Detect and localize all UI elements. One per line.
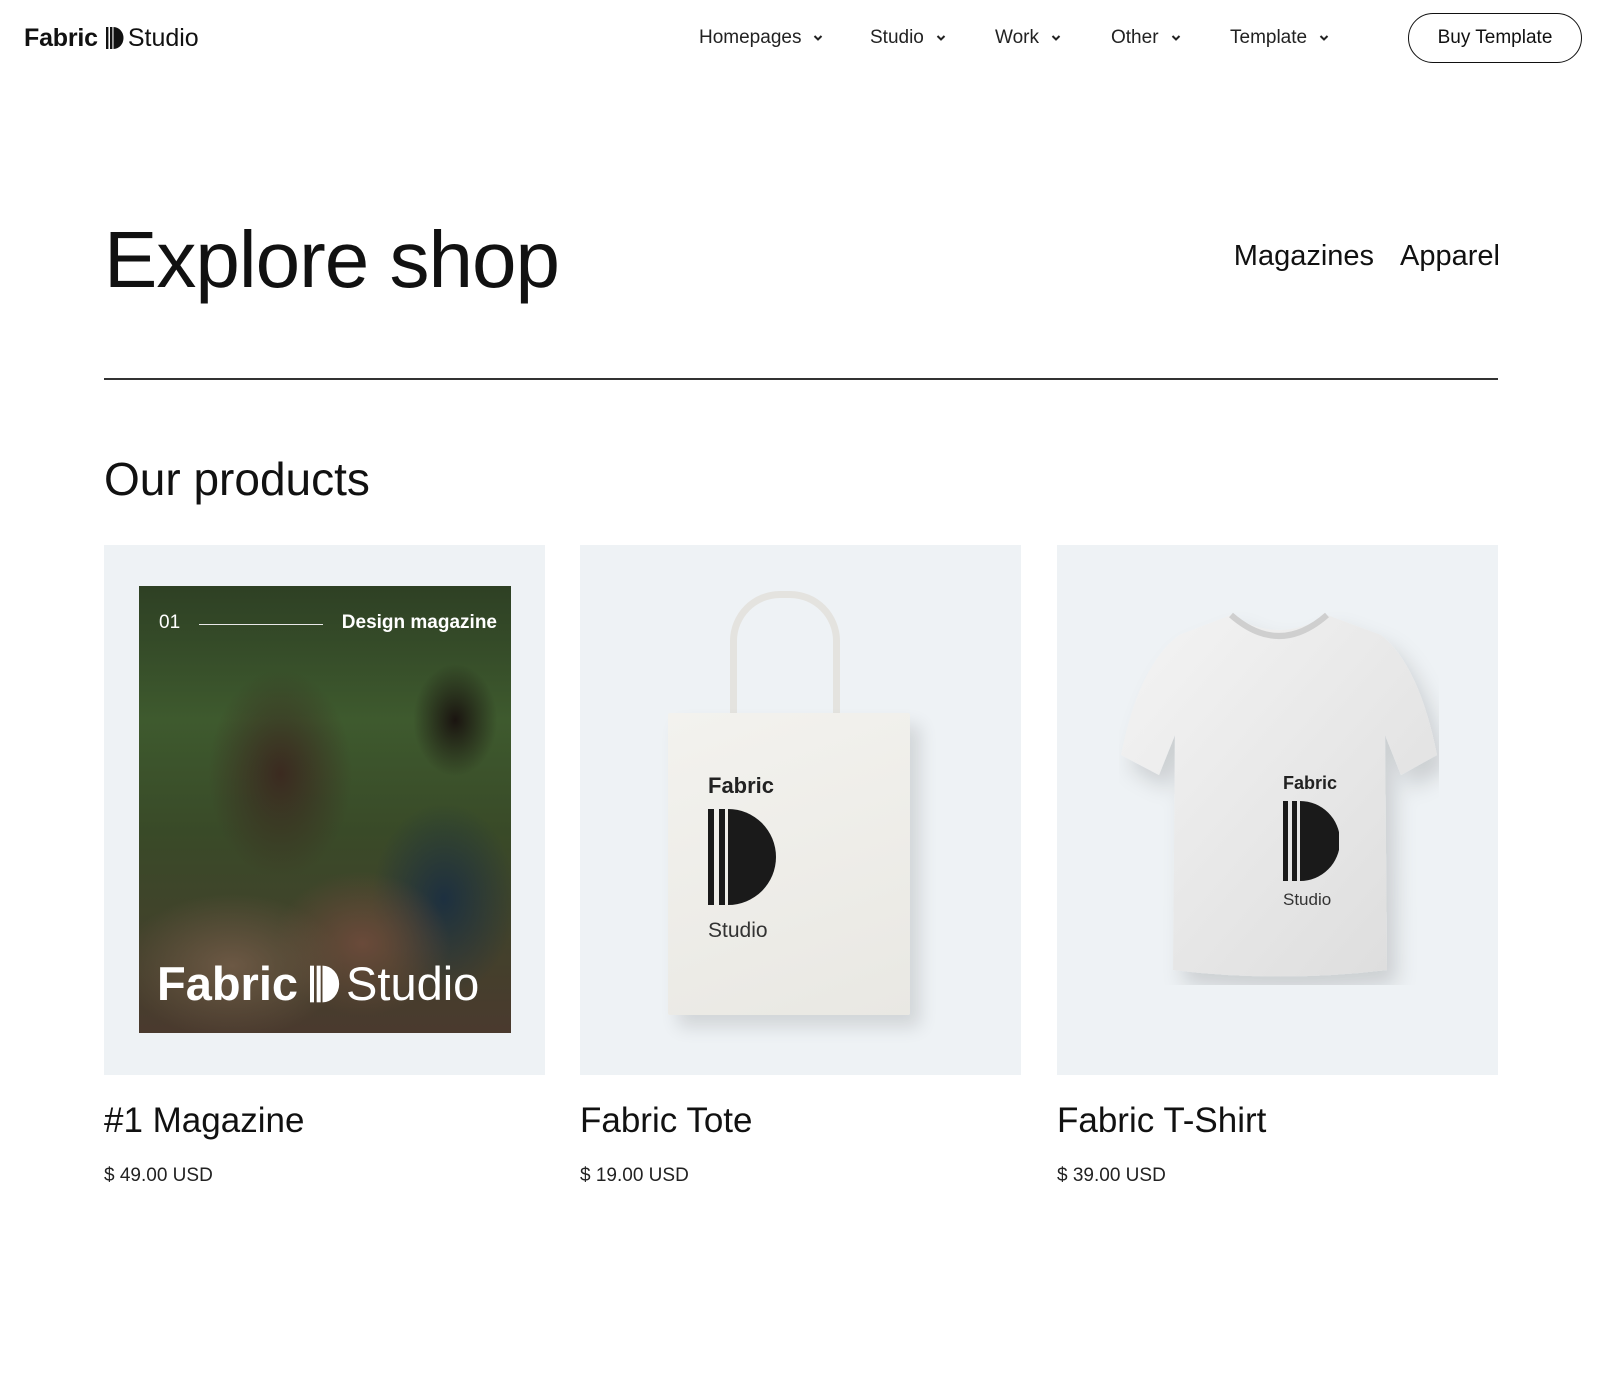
logo-word-fabric: Fabric (24, 23, 98, 52)
logo-word-studio: Studio (127, 23, 199, 52)
product-card-tote[interactable]: Fabric Studio Fabric Tote $ 19.00 USD (580, 545, 1021, 1186)
tshirt-print-studio: Studio (1283, 890, 1332, 909)
product-price: $ 39.00 USD (1057, 1165, 1166, 1186)
filter-magazines[interactable]: Magazines (1234, 240, 1374, 273)
nav-item-work[interactable]: Work (995, 27, 1061, 49)
chevron-down-icon (1051, 35, 1061, 41)
tote-print-fabric: Fabric (708, 773, 775, 798)
product-card-magazine[interactable]: 01 Design magazine Fabric Studio #1 Maga… (104, 545, 545, 1186)
tote-bag: Fabric Studio (668, 713, 910, 1015)
nav-item-other[interactable]: Other (1111, 27, 1181, 49)
nav-item-label: Template (1230, 27, 1308, 48)
nav-item-label: Other (1111, 27, 1159, 48)
nav-item-label: Homepages (699, 27, 802, 48)
section-divider (104, 378, 1498, 380)
logo-mark-icon (1283, 801, 1339, 881)
logo-mark-icon (105, 27, 124, 49)
tshirt-print-fabric: Fabric (1283, 773, 1338, 793)
tshirt-mockup: Fabric Studio (1119, 605, 1439, 985)
product-image-magazine[interactable]: 01 Design magazine Fabric Studio (104, 545, 545, 1075)
logo-mark-icon (310, 965, 340, 1002)
magazine-tag: Design magazine (341, 612, 497, 633)
tshirt-shape (1121, 612, 1437, 977)
magazine-logo-studio: Studio (346, 957, 480, 1010)
chevron-down-icon (814, 35, 823, 41)
magazine-cover-rule (199, 624, 323, 625)
product-name[interactable]: #1 Magazine (104, 1101, 304, 1141)
magazine-logo-fabric: Fabric (157, 957, 299, 1010)
product-name[interactable]: Fabric Tote (580, 1101, 753, 1141)
nav-item-label: Studio (870, 27, 924, 48)
buy-template-button[interactable]: Buy Template (1408, 13, 1582, 63)
nav-item-studio[interactable]: Studio (870, 27, 946, 49)
product-name[interactable]: Fabric T-Shirt (1057, 1101, 1266, 1141)
nav-item-label: Work (995, 27, 1039, 48)
nav-item-homepages[interactable]: Homepages (699, 27, 823, 49)
chevron-down-icon (1171, 35, 1180, 41)
products-section-title: Our products (104, 453, 370, 505)
product-image-tshirt[interactable]: Fabric Studio (1057, 545, 1498, 1075)
product-card-tshirt[interactable]: Fabric Studio Fabric T-Shirt $ 39.00 USD (1057, 545, 1498, 1186)
chevron-down-icon (936, 35, 946, 41)
nav-item-template[interactable]: Template (1230, 27, 1329, 49)
magazine-issue-number: 01 (159, 612, 181, 633)
product-price: $ 19.00 USD (580, 1165, 689, 1186)
magazine-cover-logo: Fabric Studio (157, 956, 479, 1011)
site-header: Fabric Studio Homepages Studio Work Othe… (0, 0, 1600, 78)
page-title: Explore shop (104, 215, 560, 304)
site-logo[interactable]: Fabric Studio (24, 22, 199, 54)
magazine-cover: 01 Design magazine Fabric Studio (139, 586, 511, 1033)
product-image-tote[interactable]: Fabric Studio (580, 545, 1021, 1075)
logo-mark-icon (708, 809, 776, 905)
shop-category-filters: Magazines Apparel (1234, 240, 1500, 273)
product-price: $ 49.00 USD (104, 1165, 213, 1186)
chevron-down-icon (1319, 35, 1329, 41)
filter-apparel[interactable]: Apparel (1400, 240, 1500, 273)
tote-print-studio: Studio (708, 919, 768, 942)
